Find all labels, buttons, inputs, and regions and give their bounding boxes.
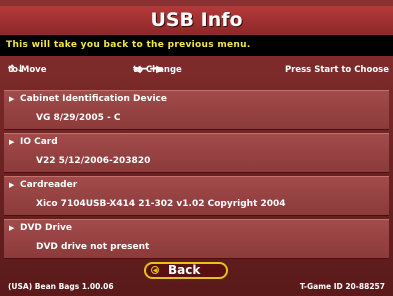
info-label: Cabinet Identification Device (20, 94, 167, 104)
info-panel-io-card[interactable]: ▶ IO Card V22 5/12/2006-203820 (4, 133, 389, 173)
change-hint-label: to Change (133, 65, 182, 75)
controls-hint-bar: ↑↓ to Move ◀━ ━▶ to Change Press Start to … (0, 60, 393, 80)
usb-info-screen: USB Info This will take you back to the … (0, 0, 393, 296)
page-title: USB Info (150, 9, 243, 31)
info-value: DVD drive not present (36, 242, 150, 252)
back-button[interactable]: ◀ Back (144, 262, 228, 279)
info-value: VG 8/29/2005 - C (36, 113, 121, 123)
back-button-label: Back (168, 263, 201, 277)
title-bar: USB Info (0, 6, 393, 34)
info-label: Cardreader (20, 180, 78, 190)
selection-marker-icon: ▶ (9, 138, 15, 146)
info-panel-dvd-drive[interactable]: ▶ DVD Drive DVD drive not present (4, 219, 389, 259)
info-label: DVD Drive (20, 223, 73, 233)
selection-marker-icon: ▶ (9, 95, 15, 103)
info-label: IO Card (20, 137, 58, 147)
info-value: V22 5/12/2006-203820 (36, 156, 151, 166)
start-hint: Press Start to Choose (284, 65, 389, 75)
message-bar: This will take you back to the previous … (0, 35, 393, 56)
info-value: Xico 7104USB-X414 21-302 v1.02 Copyright… (36, 199, 286, 209)
info-panel-cardreader[interactable]: ▶ Cardreader Xico 7104USB-X414 21-302 v1… (4, 176, 389, 216)
back-arrow-icon: ◀ (151, 266, 159, 274)
info-panel-cabinet-id[interactable]: ▶ Cabinet Identification Device VG 8/29/… (4, 90, 389, 130)
help-message: This will take you back to the previous … (6, 40, 251, 50)
selection-marker-icon: ▶ (9, 181, 15, 189)
game-version-label: (USA) Bean Bags 1.00.06 (8, 282, 114, 291)
selection-marker-icon: ▶ (9, 224, 15, 232)
move-hint-label: to Move (8, 65, 47, 75)
game-id-label: T-Game ID 20-88257 (299, 282, 385, 291)
